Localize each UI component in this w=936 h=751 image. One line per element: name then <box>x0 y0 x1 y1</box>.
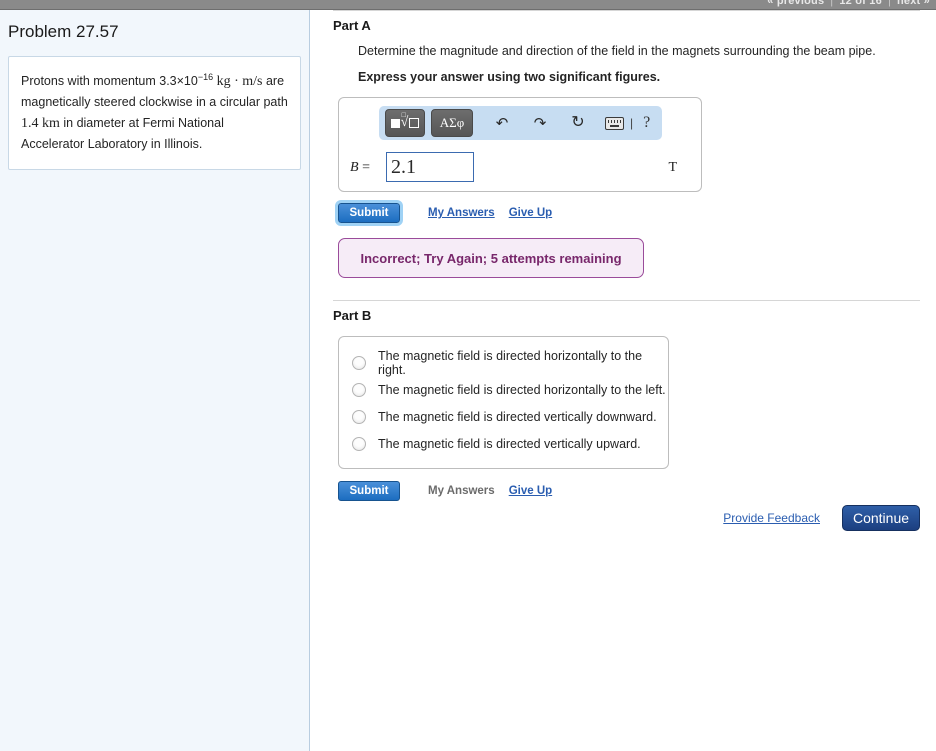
part-a-instruction: Express your answer using two significan… <box>358 70 661 84</box>
part-a-prompt: Determine the magnitude and direction of… <box>358 44 876 58</box>
problem-units-momentum: kg · m/s <box>213 74 263 90</box>
nav-separator-1: | <box>830 0 834 7</box>
problem-navigation: « previous | 12 of 16 | next » <box>767 0 930 7</box>
math-toolbar: □ √ ΑΣφ ↶ ↷ ↻ | ? <box>379 106 662 140</box>
feedback-banner: Incorrect; Try Again; 5 attempts remaini… <box>338 238 644 278</box>
choice-option-1[interactable]: The magnetic field is directed horizonta… <box>339 348 668 377</box>
variable-symbol: B <box>350 160 359 175</box>
part-a-answer-box: □ √ ΑΣφ ↶ ↷ ↻ | ? B = 2.1 T <box>338 97 702 192</box>
answer-entry-row: B = 2.1 T <box>339 150 701 188</box>
page-title: Problem 27.57 <box>8 22 119 41</box>
nav-separator-2: | <box>887 0 891 7</box>
part-b-submit-button[interactable]: Submit <box>338 481 400 501</box>
answer-input[interactable]: 2.1 <box>386 152 474 182</box>
previous-link[interactable]: « previous <box>767 0 824 7</box>
problem-counter: 12 of 16 <box>839 0 882 7</box>
part-a-heading: Part A <box>333 18 371 33</box>
exercise-content: Part A Determine the magnitude and direc… <box>311 10 936 751</box>
choice-label-4: The magnetic field is directed verticall… <box>378 436 641 451</box>
part-a-submit-button[interactable]: Submit <box>335 200 403 226</box>
feedback-message: Incorrect; Try Again; 5 attempts remaini… <box>360 250 622 266</box>
variable-label: B = <box>350 160 370 176</box>
greek-symbols-icon[interactable]: ΑΣφ <box>431 109 473 137</box>
problem-distance: 1.4 km <box>21 116 60 132</box>
template-box-icon <box>409 118 420 128</box>
part-b-divider <box>333 300 920 301</box>
problem-text-part1: Protons with momentum 3.3×10 <box>21 74 198 89</box>
choice-option-2[interactable]: The magnetic field is directed horizonta… <box>339 376 668 403</box>
problem-statement-text: Protons with momentum 3.3×10−16 kg · m/s… <box>21 70 288 155</box>
radio-icon-3[interactable] <box>352 409 366 424</box>
continue-button[interactable]: Continue <box>842 505 920 531</box>
reset-icon[interactable]: ↻ <box>565 115 591 131</box>
problem-exponent: −16 <box>197 72 214 82</box>
problem-statement-box: Protons with momentum 3.3×10−16 kg · m/s… <box>8 56 301 170</box>
part-b-action-row: Submit My Answers Give Up <box>338 478 936 504</box>
radio-icon-1[interactable] <box>352 355 366 370</box>
part-b-choice-list: The magnetic field is directed horizonta… <box>338 336 669 469</box>
part-b-heading: Part B <box>333 308 372 323</box>
problem-panel: Problem 27.57 Protons with momentum 3.3×… <box>0 10 310 751</box>
equals-sign: = <box>362 160 370 175</box>
provide-feedback-link[interactable]: Provide Feedback <box>723 511 820 525</box>
math-template-icon[interactable]: □ √ <box>385 109 425 137</box>
part-a-divider <box>333 10 920 11</box>
footer-actions: Provide Feedback Continue <box>723 505 920 531</box>
part-a-body: Determine the magnitude and direction of… <box>358 44 936 84</box>
part-a-give-up-link[interactable]: Give Up <box>509 207 552 219</box>
choice-label-2: The magnetic field is directed horizonta… <box>378 382 666 397</box>
part-a-my-answers-link[interactable]: My Answers <box>428 207 495 219</box>
toolbar-separator: | <box>630 116 634 130</box>
choice-option-4[interactable]: The magnetic field is directed verticall… <box>339 430 668 457</box>
help-icon[interactable]: ? <box>643 114 650 132</box>
redo-icon[interactable]: ↷ <box>527 116 553 131</box>
part-a-action-row: Submit My Answers Give Up <box>335 200 936 226</box>
undo-icon[interactable]: ↶ <box>489 116 515 131</box>
keyboard-icon[interactable]: | <box>605 116 633 130</box>
answer-unit: T <box>668 160 677 175</box>
part-b-give-up-link[interactable]: Give Up <box>509 485 552 497</box>
radical-icon: □ √ <box>400 111 409 130</box>
next-link[interactable]: next » <box>897 0 930 7</box>
radio-icon-4[interactable] <box>352 436 366 451</box>
part-b-my-answers-link[interactable]: My Answers <box>428 485 495 497</box>
template-square-icon <box>390 118 400 128</box>
browser-top-bar: « previous | 12 of 16 | next » <box>0 0 936 10</box>
choice-label-3: The magnetic field is directed verticall… <box>378 409 657 424</box>
choice-label-1: The magnetic field is directed horizonta… <box>378 348 643 377</box>
radio-icon-2[interactable] <box>352 382 366 397</box>
choice-option-3[interactable]: The magnetic field is directed verticall… <box>339 403 668 430</box>
